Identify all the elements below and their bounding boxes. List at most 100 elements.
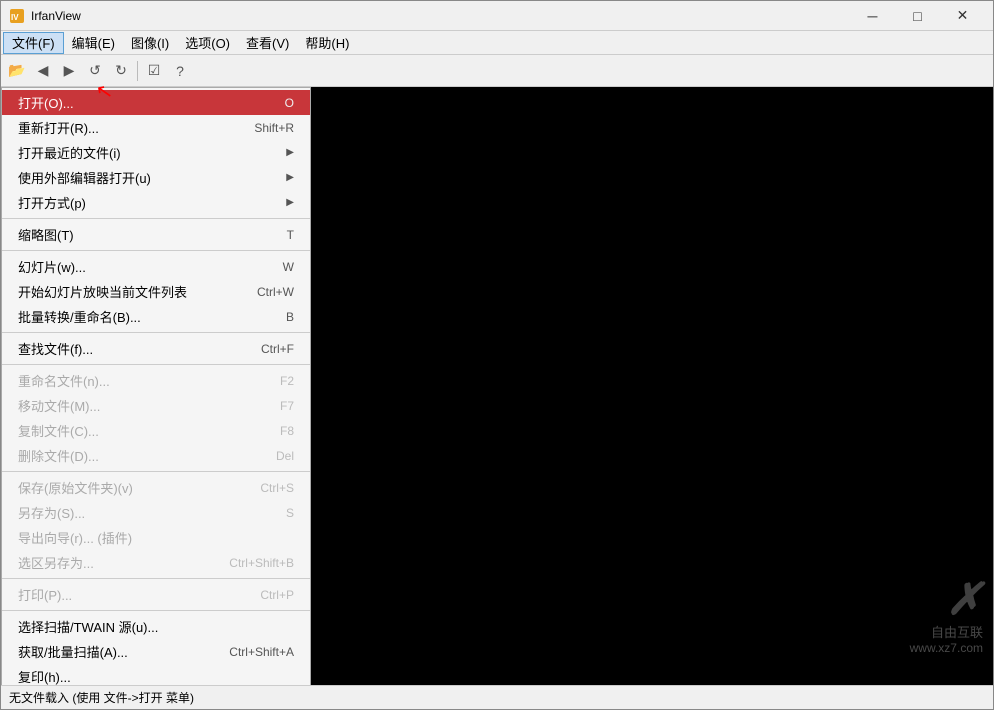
dropdown-item[interactable]: 开始幻灯片放映当前文件列表Ctrl+W	[2, 279, 310, 304]
dropdown-item-right: ▶	[286, 172, 294, 183]
dropdown-item[interactable]: 批量转换/重命名(B)... B	[2, 304, 310, 329]
title-bar: IV IrfanView─□✕	[1, 1, 993, 31]
dropdown-item: 导出向导(r)... (插件)	[2, 525, 310, 550]
dropdown-item-right: O	[285, 96, 294, 110]
dropdown-item-label: 打开(O)...	[18, 93, 74, 112]
dropdown-item-right: Ctrl+Shift+B	[229, 556, 294, 570]
dropdown-item[interactable]: 获取/批量扫描(A)... Ctrl+Shift+A	[2, 639, 310, 664]
dropdown-item-right: B	[286, 310, 294, 324]
shortcut-label: W	[283, 260, 294, 274]
submenu-arrow-icon: ▶	[286, 197, 294, 208]
svg-text:IV: IV	[11, 13, 19, 22]
shortcut-label: F7	[280, 399, 294, 413]
shortcut-label: B	[286, 310, 294, 324]
shortcut-label: O	[285, 96, 294, 110]
submenu-arrow-icon: ▶	[286, 147, 294, 158]
dropdown-item-label: 获取/批量扫描(A)...	[18, 642, 128, 661]
shortcut-label: Ctrl+F	[261, 342, 294, 356]
dropdown-item-label: 重命名文件(n)...	[18, 371, 110, 390]
dropdown-item-label: 使用外部编辑器打开(u)	[18, 168, 151, 187]
dropdown-item[interactable]: 打开(O)... O	[2, 90, 310, 115]
dropdown-item-label: 缩略图(T)	[18, 225, 74, 244]
menu-item-2[interactable]: 图像(I)	[123, 32, 177, 54]
dropdown-item[interactable]: 重新打开(R)... Shift+R	[2, 115, 310, 140]
dropdown-item-label: 选区另存为...	[18, 553, 94, 572]
dropdown-item-label: 批量转换/重命名(B)...	[18, 307, 141, 326]
prev-icon[interactable]: ◀	[31, 59, 55, 83]
window-title: IrfanView	[31, 9, 850, 23]
next-icon[interactable]: ▶	[57, 59, 81, 83]
dropdown-item-label: 打开最近的文件(i)	[18, 143, 121, 162]
dropdown-separator	[2, 250, 310, 251]
menu-item-0[interactable]: 文件(F)	[3, 32, 64, 54]
dropdown-item-right: T	[287, 228, 294, 242]
dropdown-item-label: 复制文件(C)...	[18, 421, 99, 440]
shortcut-label: Ctrl+Shift+A	[229, 645, 294, 659]
dropdown-item[interactable]: 缩略图(T) T	[2, 222, 310, 247]
shortcut-label: T	[287, 228, 294, 242]
status-bar: 无文件载入 (使用 文件->打开 菜单)	[1, 685, 993, 709]
dropdown-item-right: S	[286, 506, 294, 520]
shortcut-label: Ctrl+P	[260, 588, 294, 602]
window-controls: ─□✕	[850, 2, 985, 30]
dropdown-separator	[2, 471, 310, 472]
dropdown-item-right: Ctrl+F	[261, 342, 294, 356]
dropdown-item-right: Ctrl+W	[257, 285, 294, 299]
dropdown-item-label: 选择扫描/TWAIN 源(u)...	[18, 617, 158, 636]
content-area: ✗ 自由互联 www.xz7.com 打开(O)... O 重新打开(R)... Sh…	[1, 87, 993, 685]
dropdown-item-right: F8	[280, 424, 294, 438]
help-icon[interactable]: ?	[168, 59, 192, 83]
dropdown-item-right: F2	[280, 374, 294, 388]
dropdown-item[interactable]: 查找文件(f)... Ctrl+F	[2, 336, 310, 361]
dropdown-separator	[2, 364, 310, 365]
dropdown-item[interactable]: 使用外部编辑器打开(u) ▶	[2, 165, 310, 190]
rotate-right-icon[interactable]: ↻	[109, 59, 133, 83]
toolbar-sep	[137, 61, 138, 81]
menu-item-3[interactable]: 选项(O)	[177, 32, 238, 54]
watermark: ✗ 自由互联 www.xz7.com	[910, 578, 983, 655]
close-button[interactable]: ✕	[940, 2, 985, 30]
dropdown-item: 保存(原始文件夹)(v)Ctrl+S	[2, 475, 310, 500]
dropdown-item-right: ▶	[286, 197, 294, 208]
dropdown-separator	[2, 218, 310, 219]
dropdown-item-label: 删除文件(D)...	[18, 446, 99, 465]
shortcut-label: S	[286, 506, 294, 520]
dropdown-item-right: Ctrl+Shift+A	[229, 645, 294, 659]
watermark-brand: 自由互联	[910, 622, 983, 641]
dropdown-item[interactable]: 复印(h)...	[2, 664, 310, 685]
minimize-button[interactable]: ─	[850, 2, 895, 30]
dropdown-item: 移动文件(M)...F7	[2, 393, 310, 418]
toolbar: 📂◀▶↺↻ ☑?	[1, 55, 993, 87]
dropdown-item-right: Ctrl+S	[260, 481, 294, 495]
menu-item-5[interactable]: 帮助(H)	[297, 32, 357, 54]
dropdown-item-label: 打开方式(p)	[18, 193, 86, 212]
checkbox-icon[interactable]: ☑	[142, 59, 166, 83]
dropdown-item[interactable]: 打开方式(p) ▶	[2, 190, 310, 215]
dropdown-item[interactable]: 选择扫描/TWAIN 源(u)...	[2, 614, 310, 639]
dropdown-item-label: 重新打开(R)...	[18, 118, 99, 137]
dropdown-item-right: Del	[276, 449, 294, 463]
shortcut-label: F8	[280, 424, 294, 438]
dropdown-item-right: Shift+R	[254, 121, 294, 135]
dropdown-item-label: 打印(P)...	[18, 585, 72, 604]
dropdown-item-label: 幻灯片(w)...	[18, 257, 86, 276]
dropdown-item: 选区另存为... Ctrl+Shift+B	[2, 550, 310, 575]
open-file-icon[interactable]: 📂	[5, 59, 29, 83]
maximize-button[interactable]: □	[895, 2, 940, 30]
rotate-left-icon[interactable]: ↺	[83, 59, 107, 83]
dropdown-item: 另存为(S)...S	[2, 500, 310, 525]
shortcut-label: Del	[276, 449, 294, 463]
menu-item-1[interactable]: 编辑(E)	[64, 32, 123, 54]
dropdown-item-label: 复印(h)...	[18, 667, 71, 685]
watermark-url: www.xz7.com	[910, 641, 983, 655]
menu-item-4[interactable]: 查看(V)	[238, 32, 297, 54]
dropdown-overlay: 打开(O)...O重新打开(R)...Shift+R打开最近的文件(i)▶使用外…	[1, 87, 311, 685]
shortcut-label: Ctrl+S	[260, 481, 294, 495]
dropdown-item[interactable]: 幻灯片(w)... W	[2, 254, 310, 279]
dropdown-separator	[2, 578, 310, 579]
menu-bar: 文件(F)编辑(E)图像(I)选项(O)查看(V)帮助(H)	[1, 31, 993, 55]
dropdown-item-label: 查找文件(f)...	[18, 339, 93, 358]
dropdown-item-right: Ctrl+P	[260, 588, 294, 602]
file-dropdown-menu: 打开(O)...O重新打开(R)...Shift+R打开最近的文件(i)▶使用外…	[1, 87, 311, 685]
dropdown-item[interactable]: 打开最近的文件(i) ▶	[2, 140, 310, 165]
